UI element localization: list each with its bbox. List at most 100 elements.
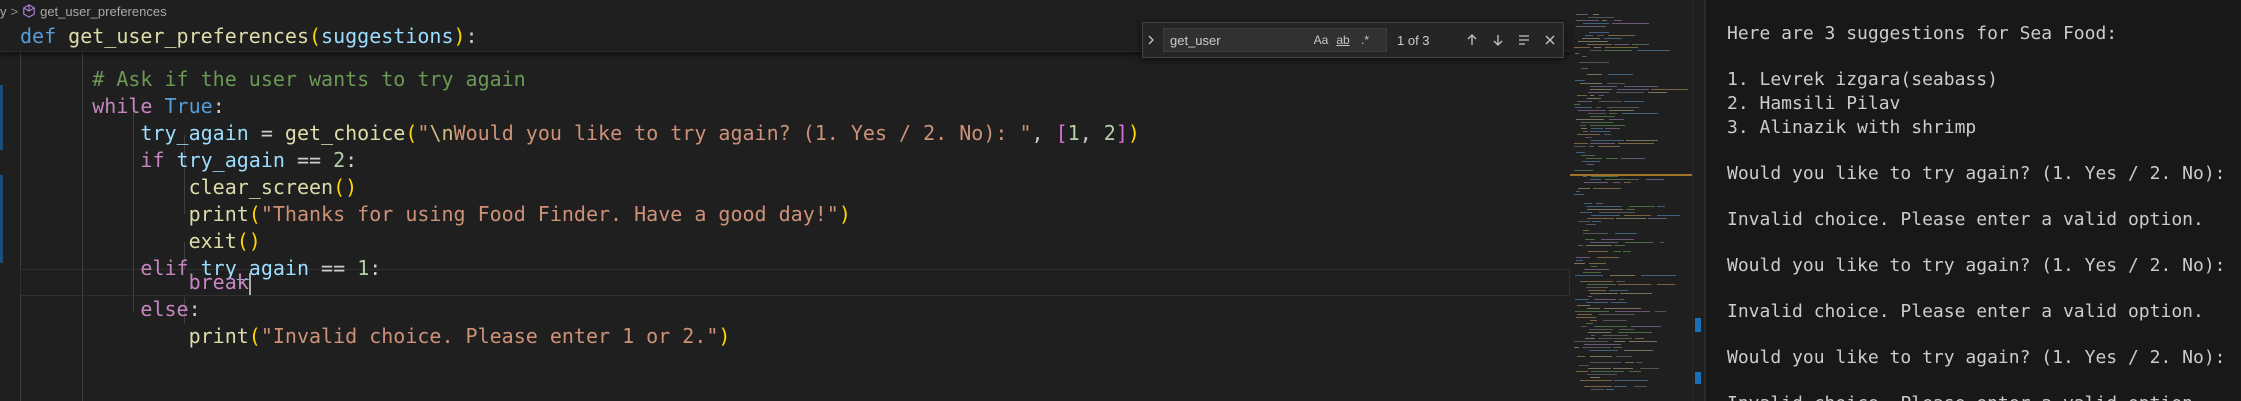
minimap-line — [1635, 338, 1644, 339]
minimap-line — [1578, 41, 1608, 42]
find-in-selection-button[interactable] — [1511, 28, 1537, 52]
minimap[interactable] — [1570, 0, 1692, 401]
minimap-line — [1596, 203, 1603, 204]
bracket: [ — [1055, 121, 1068, 145]
code-line-clear-screen[interactable]: clear_screen() — [20, 174, 358, 201]
minimap-line — [1587, 218, 1614, 219]
regex-toggle[interactable]: .* — [1354, 30, 1376, 50]
minimap-line — [1632, 44, 1649, 45]
minimap-line — [1598, 146, 1620, 147]
minimap-line — [1619, 329, 1634, 330]
minimap-line — [1588, 251, 1608, 252]
arrow-up-icon — [1467, 34, 1477, 45]
minimap-line — [1613, 347, 1622, 348]
toggle-replace-button[interactable] — [1143, 23, 1159, 57]
code-line-print-thanks[interactable]: print("Thanks for using Food Finder. Hav… — [20, 201, 851, 228]
minimap-find-highlight — [1570, 174, 1692, 176]
minimap-line — [1583, 176, 1587, 177]
terminal-line: Would you like to try again? (1. Yes / 2… — [1727, 255, 2226, 276]
minimap-line — [1605, 47, 1638, 48]
code-line-else[interactable]: else: — [20, 296, 200, 323]
minimap-line — [1620, 293, 1652, 294]
minimap-line — [1591, 215, 1620, 216]
minimap-line — [1597, 257, 1619, 258]
minimap-line — [1580, 83, 1602, 84]
minimap-line — [1575, 80, 1585, 81]
minimap-line — [1585, 338, 1595, 339]
variable-try-again: try_again — [140, 121, 249, 145]
minimap-line — [1574, 47, 1590, 48]
breadcrumb-parent[interactable]: y — [0, 4, 7, 19]
minimap-line — [1590, 89, 1612, 90]
arrow-down-icon — [1493, 35, 1503, 46]
code-line-print-invalid[interactable]: print("Invalid choice. Please enter 1 or… — [20, 323, 731, 350]
minimap-line — [1605, 179, 1639, 180]
code-line-exit[interactable]: exit() — [20, 228, 261, 255]
minimap-line — [1590, 50, 1602, 51]
terminal-panel[interactable]: Here are 3 suggestions for Sea Food: 1. … — [1706, 0, 2241, 401]
minimap-line — [1605, 128, 1620, 129]
minimap-line — [1646, 179, 1664, 180]
whole-word-toggle[interactable]: ab — [1332, 30, 1354, 50]
minimap-line — [1618, 332, 1652, 333]
code-line-break[interactable]: break — [20, 269, 251, 296]
minimap-line — [1604, 134, 1611, 135]
minimap-line — [1591, 140, 1624, 141]
find-input-box[interactable]: Aa ab .* — [1163, 28, 1387, 52]
minimap-line — [1576, 26, 1606, 27]
minimap-line — [1578, 221, 1590, 222]
code-editor[interactable]: # Ask if the user wants to try again whi… — [0, 51, 1570, 401]
minimap-line — [1589, 146, 1594, 147]
code-line-try-again-assign[interactable]: try_again = get_choice("\nWould you like… — [20, 120, 1140, 147]
minimap-line — [1624, 350, 1653, 351]
minimap-line — [1609, 119, 1624, 120]
close-find-button[interactable] — [1537, 28, 1563, 52]
match-case-toggle[interactable]: Aa — [1310, 30, 1332, 50]
number: 2 — [1103, 121, 1116, 145]
minimap-line — [1596, 107, 1601, 108]
breadcrumb-separator: > — [10, 3, 19, 19]
minimap-line — [1616, 281, 1625, 282]
eq-operator: == — [284, 148, 334, 172]
minimap-line — [1591, 266, 1597, 267]
minimap-line — [1586, 206, 1622, 207]
minimap-line — [1604, 38, 1622, 39]
code-line-comment[interactable]: # Ask if the user wants to try again — [20, 66, 525, 93]
minimap-line — [1593, 188, 1621, 189]
code-line-while[interactable]: while True: — [20, 93, 224, 120]
minimap-line — [1576, 14, 1588, 15]
close-icon — [1545, 35, 1555, 45]
code-line-if[interactable]: if try_again == 2: — [20, 147, 357, 174]
minimap-line — [1582, 347, 1611, 348]
minimap-line — [1598, 338, 1632, 339]
find-input[interactable] — [1170, 32, 1310, 48]
invalid-string: "Invalid choice. Please enter 1 or 2." — [260, 324, 719, 348]
minimap-line — [1612, 23, 1649, 24]
minimap-line — [1586, 302, 1608, 303]
minimap-line — [1590, 86, 1617, 87]
minimap-line — [1589, 32, 1609, 33]
minimap-line — [1588, 296, 1592, 297]
minimap-line — [1587, 374, 1617, 375]
minimap-line — [1591, 371, 1624, 372]
minimap-line — [1613, 182, 1620, 183]
eq-operator: == — [309, 256, 358, 280]
minimap-line — [1604, 50, 1632, 51]
terminal-line: 1. Levrek izgara(seabass) — [1727, 69, 1998, 90]
text-cursor — [248, 272, 251, 295]
minimap-line — [1580, 281, 1613, 282]
breadcrumb-symbol[interactable]: get_user_preferences — [40, 4, 166, 19]
next-match-button[interactable] — [1485, 28, 1511, 52]
minimap-line — [1657, 215, 1680, 216]
minimap-line — [1583, 230, 1589, 231]
minimap-line — [1614, 251, 1621, 252]
minimap-line — [1625, 362, 1634, 363]
minimap-line — [1614, 44, 1629, 45]
minimap-line — [1590, 116, 1615, 117]
previous-match-button[interactable] — [1459, 28, 1485, 52]
minimap-line — [1586, 224, 1596, 225]
sticky-def-line[interactable]: def get_user_preferences(suggestions): — [20, 23, 478, 50]
minimap-line — [1636, 362, 1642, 363]
minimap-line — [1597, 35, 1604, 36]
minimap-line — [1593, 14, 1599, 15]
